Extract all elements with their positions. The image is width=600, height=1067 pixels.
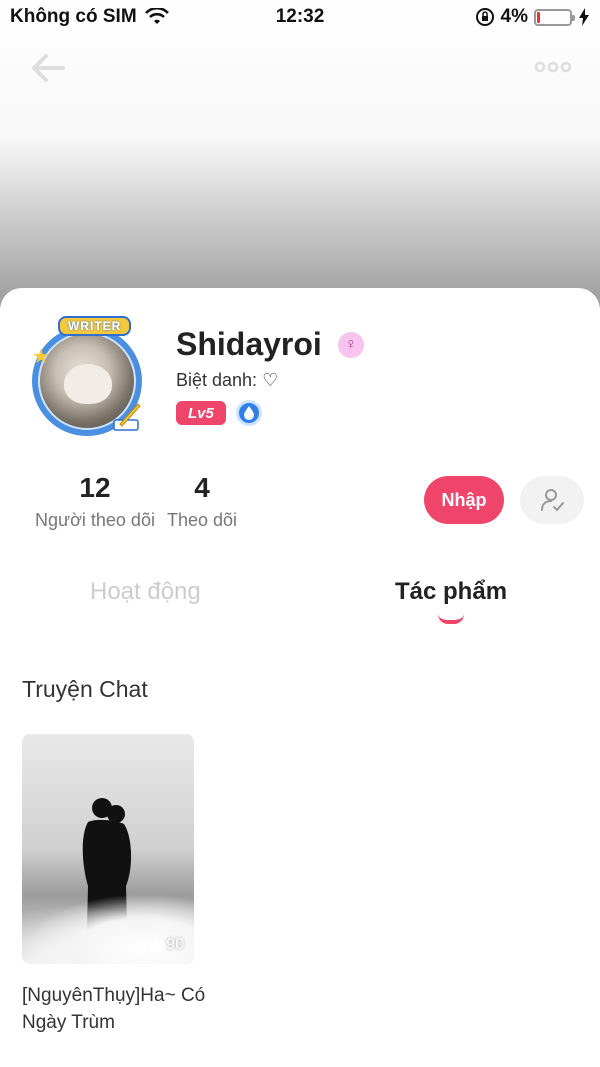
followers-stat[interactable]: 12 Người theo dõi [32,472,158,531]
more-icon [534,61,572,73]
wifi-icon [144,8,169,24]
more-button[interactable] [528,52,578,82]
writer-badge: WRITER [58,316,132,336]
name-row: Shidayroi ♀ [176,326,364,363]
profile-tabs: Hoạt động Tác phẩm [0,578,600,628]
carrier-label: Không có SIM [10,6,137,27]
back-arrow-icon [32,54,65,82]
story-cover[interactable]: 90 [22,734,194,964]
status-right: 4% [475,6,590,28]
quill-book-icon [113,403,141,431]
profile-header-background [0,0,600,310]
level-badge[interactable]: Lv5 [176,401,226,425]
vip-badge-icon[interactable] [235,400,262,426]
avatar-frame[interactable]: WRITER ★ [18,312,158,436]
star-icon: ★ [32,346,50,368]
battery-percent: 4% [500,6,528,27]
import-button[interactable]: Nhập [424,476,504,524]
female-icon: ♀ [337,331,364,358]
rotation-lock-icon [475,8,494,26]
flame-icon [149,937,162,953]
username: Shidayroi [176,326,322,362]
charging-icon [579,8,589,26]
back-button[interactable] [28,48,68,88]
avatar-cat-face [64,364,112,404]
likes-value: 90 [166,936,184,953]
tab-works[interactable]: Tác phẩm [395,578,507,606]
likes-count: 90 [148,936,184,954]
following-label: Theo dõi [166,510,238,530]
user-settings-icon [541,489,564,512]
badge-row: Lv5 [176,400,262,426]
user-settings-button[interactable] [520,476,584,524]
following-count: 4 [194,472,210,503]
followers-label: Người theo dõi [35,510,155,530]
followers-count: 12 [79,472,111,503]
story-title[interactable]: [NguyênThụy]Ha~ Có Ngày Trùm [22,982,222,1036]
section-title: Truyện Chat [22,676,148,702]
profile-card: WRITER ★ Shidayroi ♀ Biệt danh: ♡ Lv5 12… [0,288,600,1067]
battery-icon [534,8,575,26]
following-stat[interactable]: 4 Theo dõi [164,472,240,531]
tab-activity[interactable]: Hoạt động [90,578,201,606]
status-left: Không có SIM [10,6,169,28]
status-bar: Không có SIM 12:32 4% [0,0,600,34]
nickname[interactable]: Biệt danh: ♡ [176,370,278,391]
